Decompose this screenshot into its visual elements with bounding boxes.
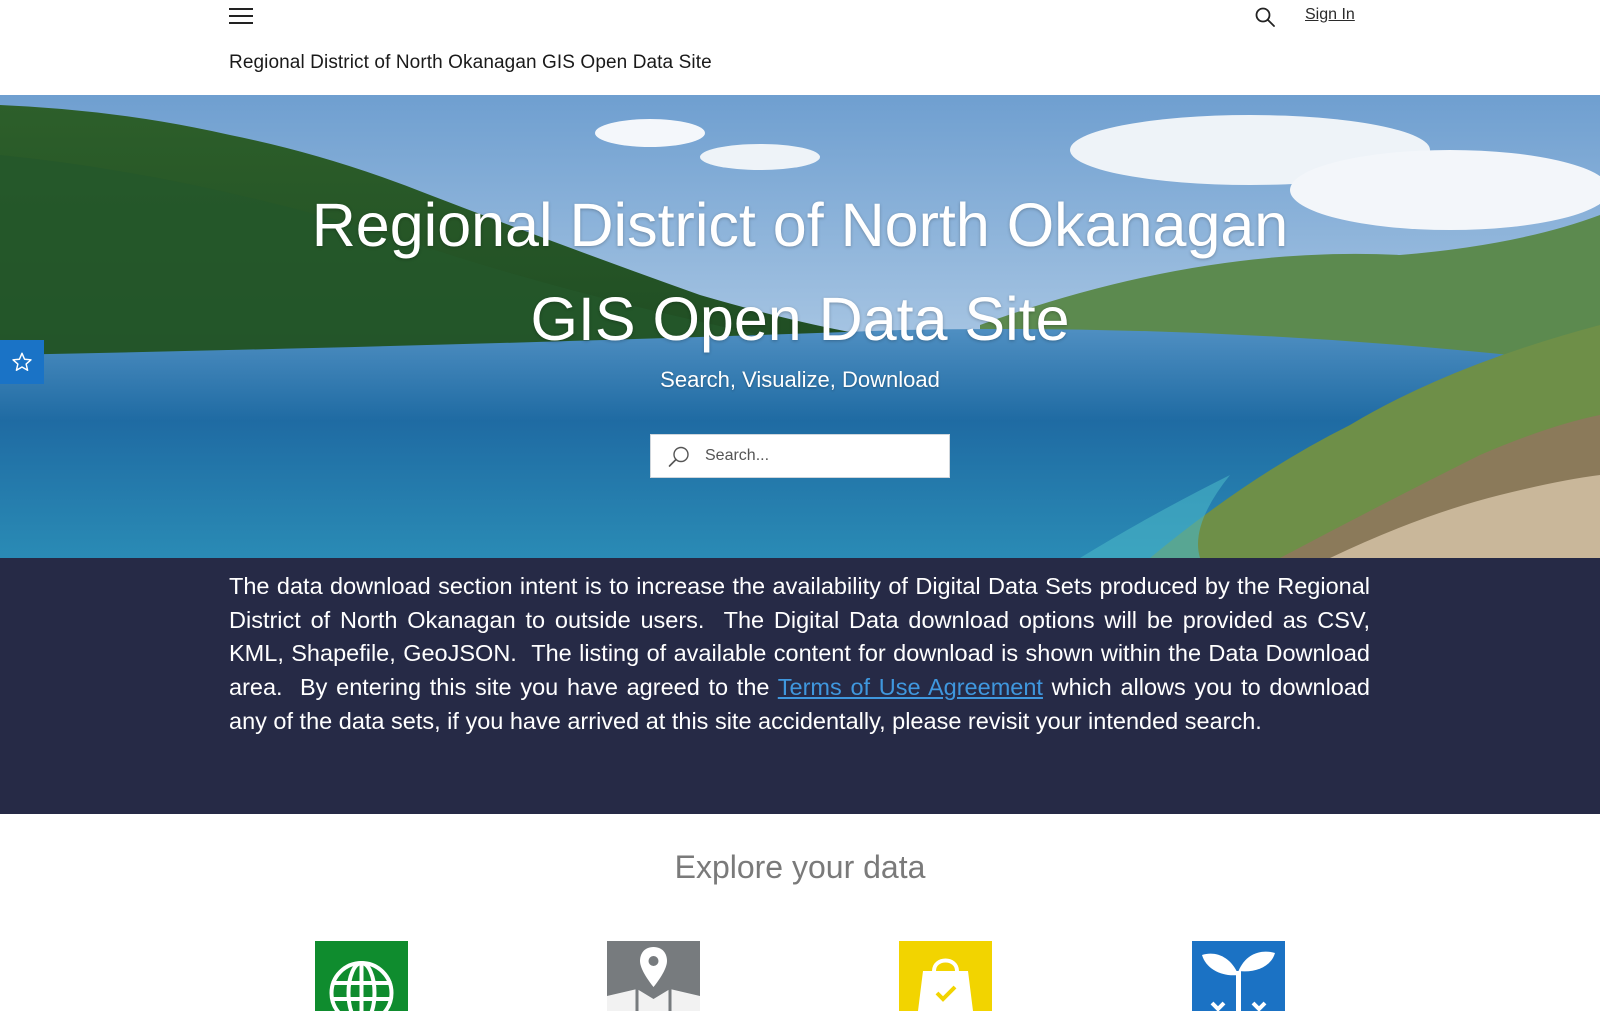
map-pin-icon [607, 947, 700, 1011]
category-tile-location[interactable] [607, 941, 700, 1011]
hero-search-input[interactable] [705, 435, 945, 477]
sign-in-link[interactable]: Sign In [1305, 6, 1355, 24]
search-icon[interactable] [667, 445, 691, 469]
hero-title-line1: Regional District of North Okanagan [311, 191, 1289, 259]
plant-sprout-icon [1202, 951, 1275, 1011]
category-tile-globe[interactable] [315, 941, 408, 1011]
explore-heading: Explore your data [674, 849, 926, 885]
hero-title: Regional District of North Okanagan GIS … [0, 178, 1600, 366]
hero-banner: Regional District of North Okanagan GIS … [0, 95, 1600, 558]
hero-title-line2: GIS Open Data Site [530, 285, 1070, 353]
terms-of-use-link[interactable]: Terms of Use Agreement [778, 674, 1043, 700]
hero-search-box[interactable] [650, 434, 950, 478]
hero-subtitle: Search, Visualize, Download [660, 367, 940, 392]
top-navigation-bar: Sign In Regional District of North Okana… [0, 0, 1600, 95]
shopping-bag-icon [918, 958, 973, 1011]
site-title[interactable]: Regional District of North Okanagan GIS … [229, 52, 712, 74]
category-tile-environment[interactable] [1192, 941, 1285, 1011]
category-tile-commerce[interactable] [899, 941, 992, 1011]
intro-paragraph: The data download section intent is to i… [229, 570, 1370, 739]
hamburger-menu-icon[interactable] [229, 6, 253, 28]
intro-section: The data download section intent is to i… [0, 558, 1600, 814]
globe-icon [329, 961, 394, 1011]
search-icon[interactable] [1254, 6, 1276, 28]
